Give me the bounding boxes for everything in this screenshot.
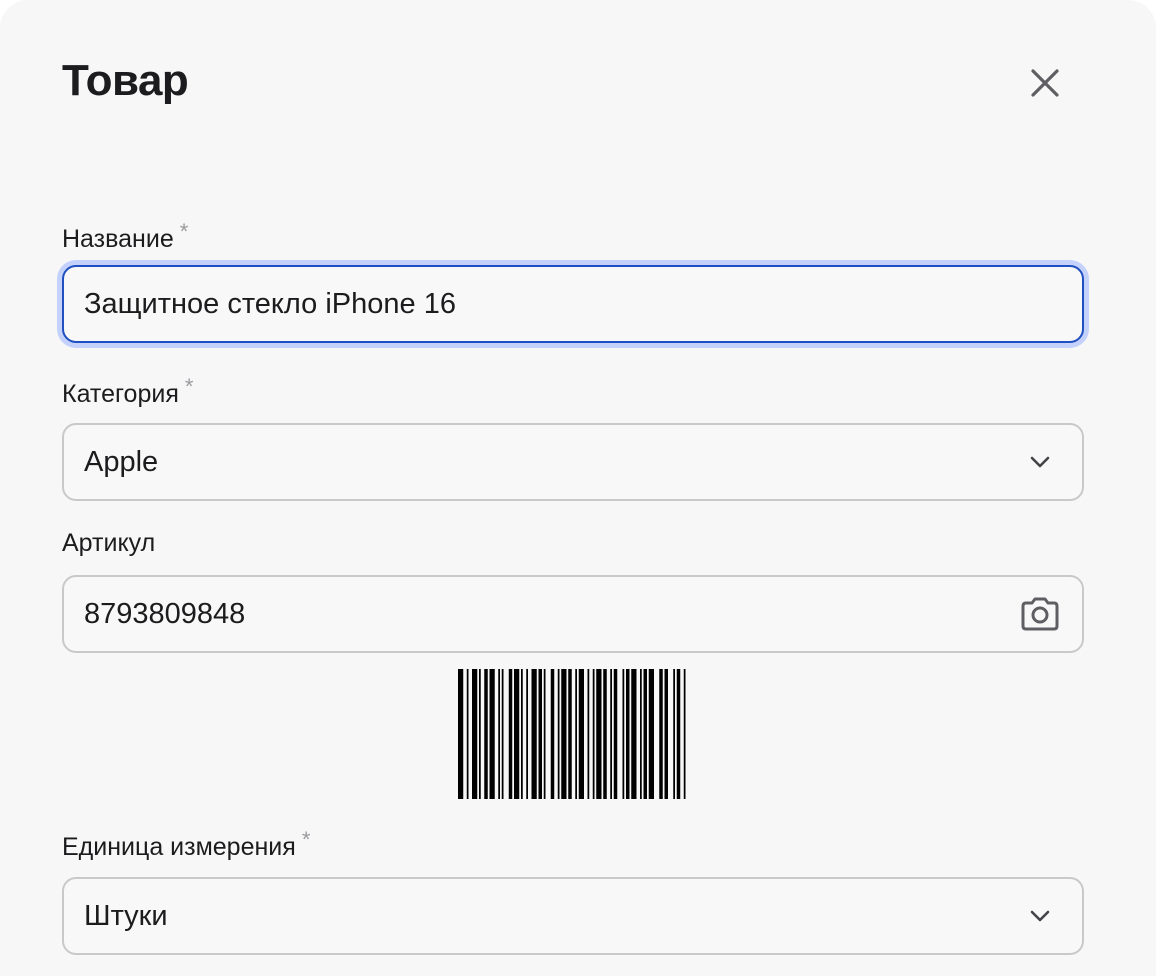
unit-value: Штуки — [84, 899, 168, 932]
sku-input[interactable] — [84, 577, 1018, 651]
sku-field[interactable] — [62, 575, 1084, 653]
product-dialog: Товар Название* Категория* Apple Артикул — [0, 0, 1156, 976]
required-mark: * — [184, 374, 194, 399]
category-select[interactable]: Apple — [62, 423, 1084, 501]
category-label: Категория * — [62, 371, 193, 410]
sku-label-text: Артикул — [62, 529, 156, 557]
unit-label-text: Единица измерения — [62, 833, 296, 861]
dialog-title: Товар — [62, 56, 189, 105]
close-icon — [1031, 69, 1059, 97]
unit-label: Единица измерения * — [62, 824, 310, 863]
category-value: Apple — [84, 445, 159, 478]
sku-label: Артикул — [62, 527, 155, 559]
required-mark: * — [301, 827, 311, 852]
name-label-text: Название — [62, 225, 174, 253]
chevron-down-icon — [1018, 894, 1062, 938]
category-label-text: Категория — [62, 380, 179, 408]
unit-select[interactable]: Штуки — [62, 877, 1084, 955]
name-input[interactable] — [84, 267, 1062, 341]
camera-icon[interactable] — [1018, 592, 1062, 636]
name-label: Название * — [62, 216, 188, 255]
name-field[interactable] — [62, 265, 1084, 343]
close-button[interactable] — [1018, 56, 1072, 110]
barcode-image — [458, 669, 686, 799]
required-mark: * — [179, 219, 189, 244]
chevron-down-icon — [1018, 440, 1062, 484]
